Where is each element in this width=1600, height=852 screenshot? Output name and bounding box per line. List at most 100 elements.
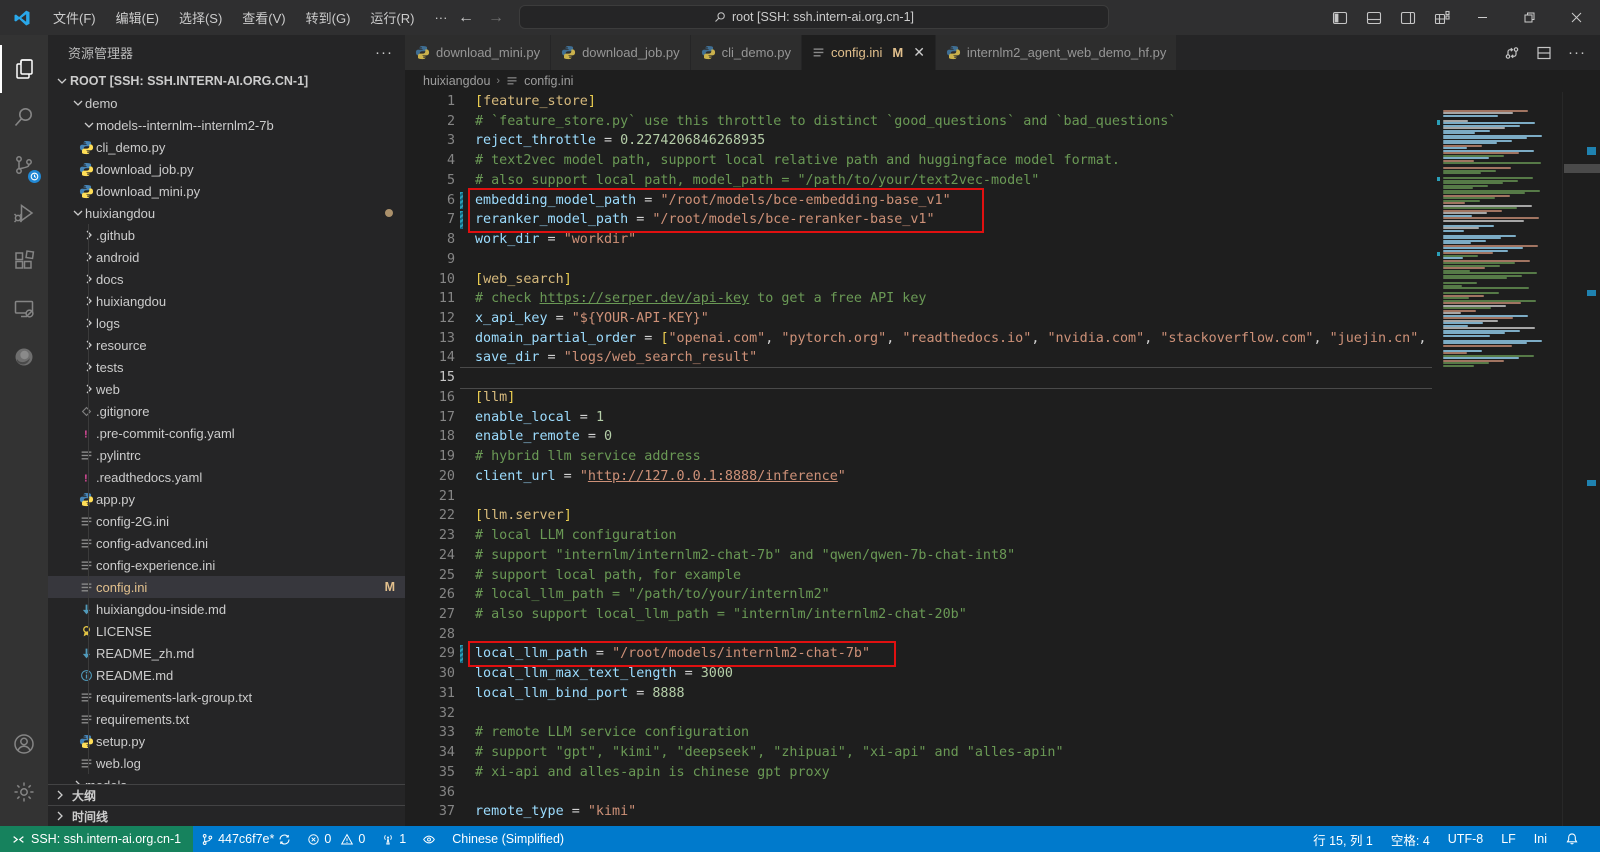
tree-file-.readthedocs.yaml[interactable]: !.readthedocs.yaml (48, 466, 405, 488)
minimap-line (1443, 257, 1463, 259)
tree-file-readme_zh.md[interactable]: README_zh.md (48, 642, 405, 664)
menu-item-run[interactable]: 运行(R) (360, 0, 424, 35)
tree-file-config-2g.ini[interactable]: config-2G.ini (48, 510, 405, 532)
tree-file-config.ini[interactable]: config.iniM (48, 576, 405, 598)
overview-ruler[interactable] (1562, 92, 1600, 826)
command-center-search[interactable]: root [SSH: ssh.intern-ai.org.cn-1] (519, 5, 1109, 29)
toggle-primary-sidebar-icon[interactable] (1326, 5, 1354, 31)
tree-item-label: app.py (96, 492, 135, 507)
tree-file-huixiangdou-inside.md[interactable]: huixiangdou-inside.md (48, 598, 405, 620)
minimize-button[interactable] (1459, 0, 1506, 35)
tree-file-web.log[interactable]: web.log (48, 752, 405, 774)
tree-file-requirements-lark-group.txt[interactable]: requirements-lark-group.txt (48, 686, 405, 708)
tree-file-download_mini.py[interactable]: download_mini.py (48, 180, 405, 202)
tree-file-config-experience.ini[interactable]: config-experience.ini (48, 554, 405, 576)
cursor-position-status[interactable]: 行 15, 列 1 (1304, 826, 1382, 852)
extensions-icon[interactable] (0, 237, 48, 285)
breadcrumb-folder[interactable]: huixiangdou (423, 74, 490, 88)
line-number: 15 (405, 368, 455, 388)
tree-file-app.py[interactable]: app.py (48, 488, 405, 510)
svg-text:!: ! (84, 472, 88, 483)
source-control-icon[interactable] (0, 141, 48, 189)
sidebar-sections: 大纲时间线 (48, 784, 405, 826)
notifications-bell-icon[interactable] (1556, 826, 1588, 852)
menu-item-edit[interactable]: 编辑(E) (106, 0, 169, 35)
explorer-more-actions-icon[interactable]: ··· (375, 44, 393, 61)
tree-file-cli_demo.py[interactable]: cli_demo.py (48, 136, 405, 158)
tree-file-license[interactable]: LICENSE (48, 620, 405, 642)
line-number: 30 (405, 664, 455, 684)
nav-back-icon[interactable]: ← (458, 9, 474, 27)
search-icon[interactable] (0, 93, 48, 141)
menu-item-goto[interactable]: 转到(G) (296, 0, 361, 35)
screencast-eye-status[interactable] (414, 826, 444, 852)
chevron-right-icon (81, 271, 97, 287)
encoding-status[interactable]: UTF-8 (1439, 826, 1492, 852)
tree-folder-resource[interactable]: resource (48, 334, 405, 356)
explorer-sidebar: 资源管理器 ··· ROOT [SSH: SSH.INTERN-AI.ORG.C… (48, 35, 405, 826)
tree-folder-android[interactable]: android (48, 246, 405, 268)
menu-item-view[interactable]: 查看(V) (232, 0, 295, 35)
tree-folder-demo[interactable]: demo (48, 92, 405, 114)
tree-file-config-advanced.ini[interactable]: config-advanced.ini (48, 532, 405, 554)
code-text: # check https://serper.dev/api-key to ge… (475, 289, 926, 309)
open-changes-icon[interactable] (1504, 45, 1520, 61)
tree-folder-models--internlm--internlm2-7b[interactable]: models--internlm--internlm2-7b (48, 114, 405, 136)
tree-file-.gitignore[interactable]: .gitignore (48, 400, 405, 422)
run-debug-icon[interactable] (0, 189, 48, 237)
minimap[interactable] (1437, 92, 1562, 826)
tab-internlm2_agent_web_demo_hf.py[interactable]: internlm2_agent_web_demo_hf.py (936, 35, 1176, 70)
toggle-secondary-sidebar-icon[interactable] (1394, 5, 1422, 31)
sidebar-section-timeline[interactable]: 时间线 (48, 805, 405, 826)
menu-item-more[interactable]: ··· (424, 0, 457, 35)
tree-folder-huixiangdou[interactable]: huixiangdou (48, 290, 405, 312)
sidebar-section-outline[interactable]: 大纲 (48, 784, 405, 805)
code-editor[interactable]: 1[feature_store]2# `feature_store.py` us… (405, 92, 1600, 826)
split-editor-icon[interactable] (1536, 45, 1552, 61)
problems-status[interactable]: 0 0 (299, 826, 373, 852)
code-text: domain_partial_order = ["openai.com", "p… (475, 329, 1426, 349)
tab-config.ini[interactable]: config.iniM✕ (802, 35, 935, 70)
tab-close-icon[interactable]: ✕ (913, 44, 925, 61)
tree-file-download_job.py[interactable]: download_job.py (48, 158, 405, 180)
edge-tools-icon[interactable] (0, 333, 48, 381)
tree-file-readme.md[interactable]: README.md (48, 664, 405, 686)
toggle-panel-icon[interactable] (1360, 5, 1388, 31)
tree-file-setup.py[interactable]: setup.py (48, 730, 405, 752)
python-file-icon (415, 45, 430, 60)
tab-download_job.py[interactable]: download_job.py (551, 35, 690, 70)
remote-explorer-icon[interactable] (0, 285, 48, 333)
minimap-line (1443, 345, 1512, 347)
eol-status[interactable]: LF (1492, 826, 1525, 852)
tree-folder-logs[interactable]: logs (48, 312, 405, 334)
close-button[interactable] (1553, 0, 1600, 35)
indentation-status[interactable]: 空格: 4 (1382, 826, 1439, 852)
tree-root-row[interactable]: ROOT [SSH: SSH.INTERN-AI.ORG.CN-1] (48, 70, 405, 92)
git-branch-status[interactable]: 447c6f7e* (193, 826, 299, 852)
explorer-icon[interactable] (0, 45, 48, 93)
forwarded-ports-status[interactable]: 1 (373, 826, 414, 852)
tree-folder-docs[interactable]: docs (48, 268, 405, 290)
accounts-icon[interactable] (0, 720, 48, 768)
minimap-line (1443, 237, 1501, 239)
language-mode-status[interactable]: Ini (1525, 826, 1556, 852)
tree-file-requirements.txt[interactable]: requirements.txt (48, 708, 405, 730)
breadcrumb-file[interactable]: config.ini (524, 74, 573, 88)
restore-button[interactable] (1506, 0, 1553, 35)
editor-more-actions-icon[interactable]: ··· (1568, 44, 1586, 61)
ime-status[interactable]: Chinese (Simplified) (444, 826, 572, 852)
remote-indicator[interactable]: SSH: ssh.intern-ai.org.cn-1 (0, 826, 193, 852)
tree-folder-tests[interactable]: tests (48, 356, 405, 378)
nav-forward-icon[interactable]: → (488, 9, 504, 27)
menu-item-file[interactable]: 文件(F) (43, 0, 106, 35)
menu-item-selection[interactable]: 选择(S) (169, 0, 232, 35)
tree-file-.pylintrc[interactable]: .pylintrc (48, 444, 405, 466)
tree-file-.pre-commit-config.yaml[interactable]: !.pre-commit-config.yaml (48, 422, 405, 444)
customize-layout-icon[interactable] (1428, 5, 1456, 31)
tree-folder-huixiangdou[interactable]: huixiangdou (48, 202, 405, 224)
tab-download_mini.py[interactable]: download_mini.py (405, 35, 550, 70)
settings-icon[interactable] (0, 768, 48, 816)
tab-cli_demo.py[interactable]: cli_demo.py (691, 35, 801, 70)
tree-folder-.github[interactable]: .github (48, 224, 405, 246)
tree-folder-web[interactable]: web (48, 378, 405, 400)
